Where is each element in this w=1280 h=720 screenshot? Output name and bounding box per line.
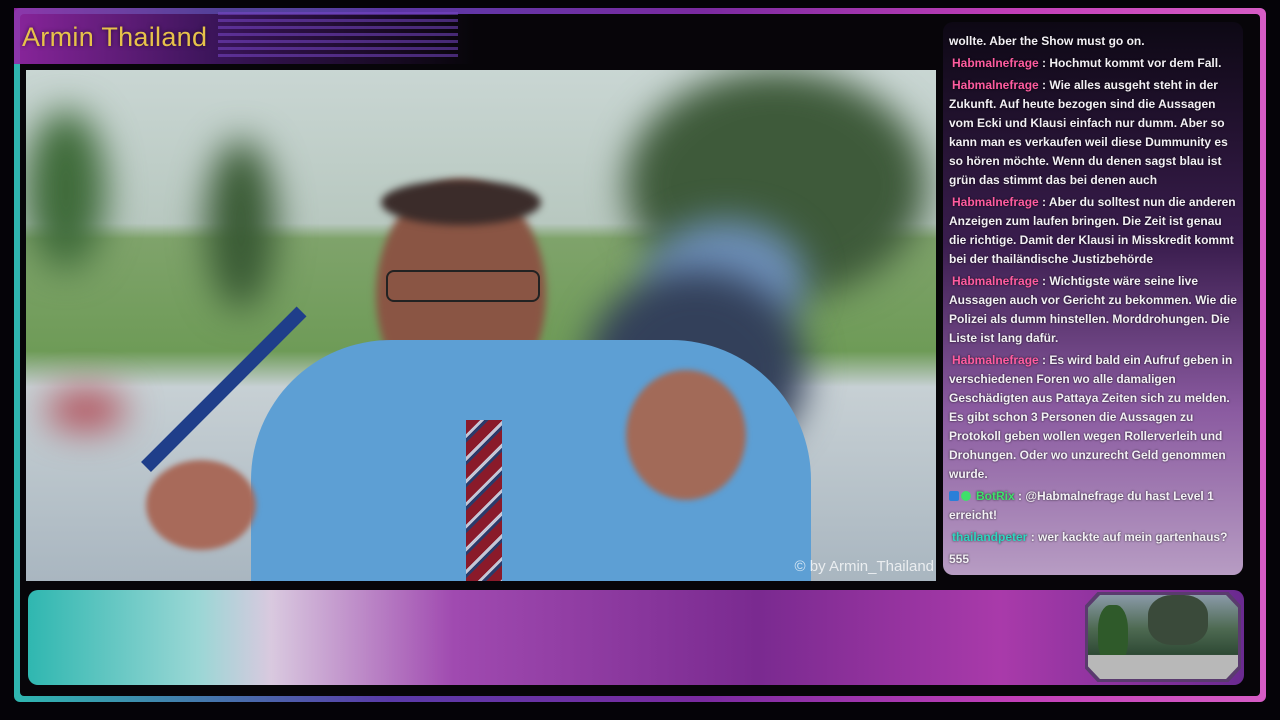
chat-text: wollte. Aber the Show must go on. — [949, 34, 1145, 48]
chat-message: Habmalnefrage : Wichtigste wäre seine li… — [949, 272, 1241, 348]
chat-text: 555 — [949, 552, 970, 566]
channel-title: Armin Thailand — [22, 22, 208, 52]
chat-message: Habmalnefrage : Es wird bald ein Aufruf … — [949, 351, 1241, 484]
chat-message: BotRix : @Habmalnefrage du hast Level 1 … — [949, 487, 1241, 525]
chat-username[interactable]: BotRix — [973, 489, 1015, 503]
chat-separator: : — [1014, 489, 1026, 503]
chat-log: wollte. Aber the Show must go on. Habmal… — [949, 32, 1241, 572]
chat-message: Habmalnefrage : Hochmut kommt vor dem Fa… — [949, 54, 1241, 73]
chat-message: 555 — [949, 550, 1241, 569]
chat-message: thailandpeter : wer kackte auf mein gart… — [949, 528, 1241, 547]
chat-text: Es wird bald ein Aufruf geben in verschi… — [949, 353, 1233, 481]
chat-separator: : — [1038, 274, 1050, 288]
chat-text: Hochmut kommt vor dem Fall. — [1049, 56, 1222, 70]
chat-separator: : — [1038, 353, 1050, 367]
chat-message: Habmalnefrage : Aber du solltest nun die… — [949, 193, 1241, 269]
chat-username[interactable]: Habmalnefrage — [949, 353, 1039, 367]
chat-username[interactable]: thailandpeter — [949, 530, 1027, 544]
chat-message: wollte. Aber the Show must go on. — [949, 32, 1241, 51]
secondary-camera-feed — [1088, 595, 1238, 679]
verified-badge-icon — [961, 491, 971, 501]
chat-text: Wie alles ausgeht steht in der Zukunft. … — [949, 78, 1228, 187]
chat-separator: : — [1038, 56, 1050, 70]
chat-message: Habmalnefrage : Wie alles ausgeht steht … — [949, 76, 1241, 190]
title-stripes — [218, 12, 458, 58]
chat-separator: : — [1038, 78, 1050, 92]
chat-username[interactable]: Habmalnefrage — [949, 56, 1039, 70]
chat-panel: wollte. Aber the Show must go on. Habmal… — [943, 22, 1243, 575]
chat-username[interactable]: Habmalnefrage — [949, 274, 1039, 288]
chat-separator: : — [1027, 530, 1039, 544]
video-watermark: © by Armin_Thailand — [794, 558, 934, 575]
moderator-badge-icon — [949, 491, 959, 501]
chat-username[interactable]: Habmalnefrage — [949, 78, 1039, 92]
bottom-banner — [28, 590, 1244, 685]
chat-text: wer kackte auf mein gartenhaus? — [1038, 530, 1228, 544]
webcam-video: © by Armin_Thailand — [26, 70, 936, 581]
chat-username[interactable]: Habmalnefrage — [949, 195, 1039, 209]
chat-separator: : — [1038, 195, 1049, 209]
